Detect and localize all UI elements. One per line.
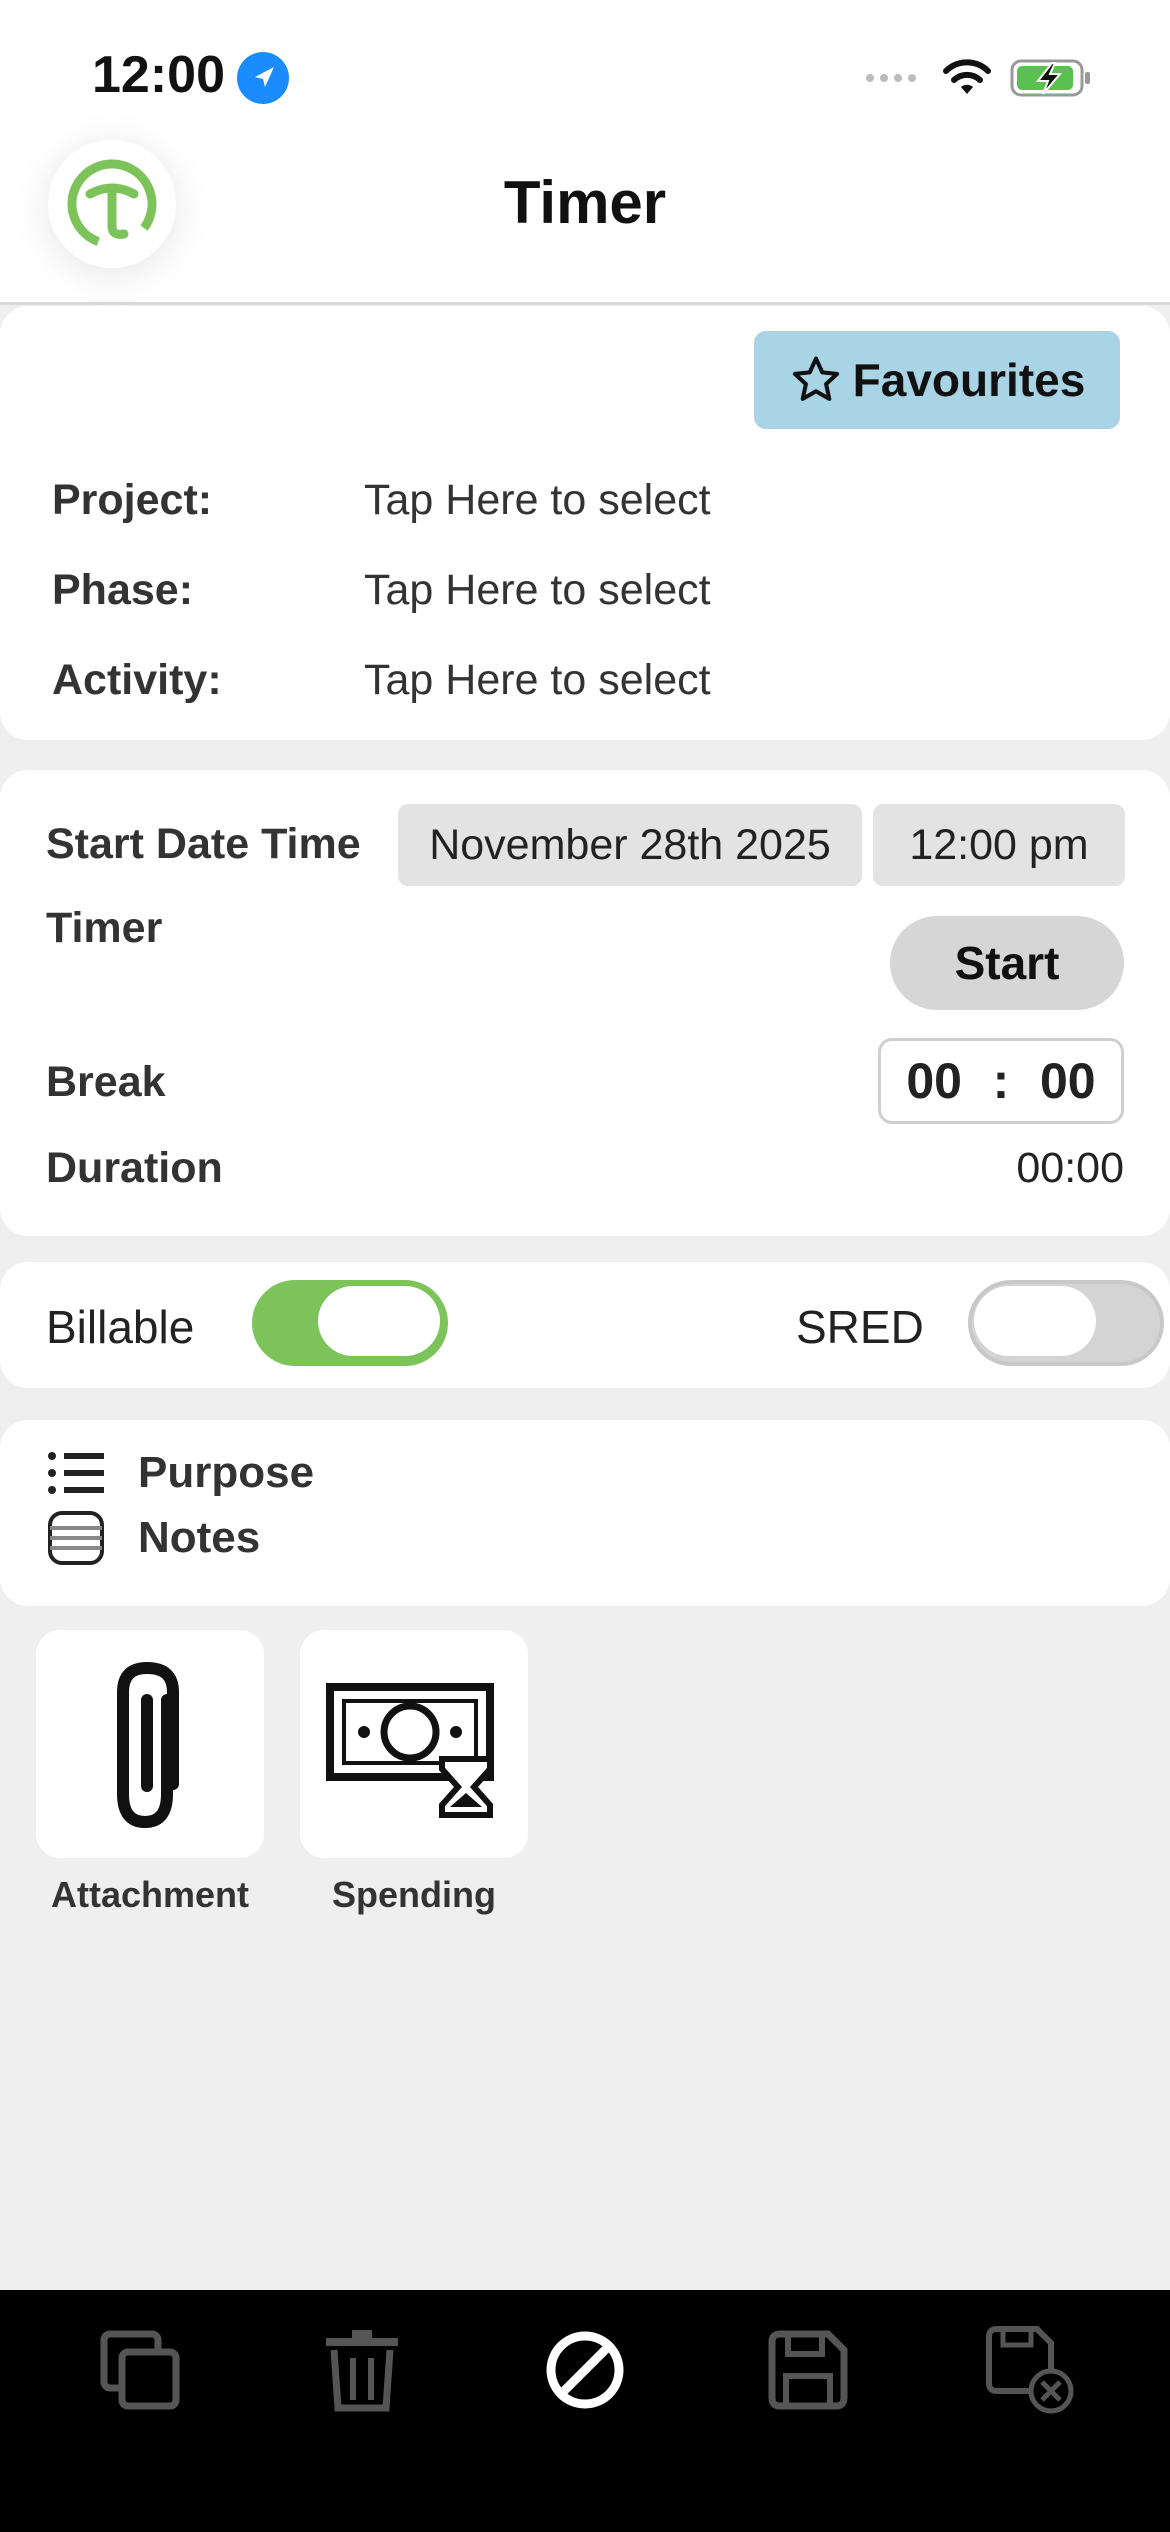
notes-icon [48,1511,104,1565]
notes-label: Notes [138,1513,261,1562]
cellular-signal-icon [866,74,916,82]
timer-label: Timer [46,904,163,952]
discard-save-button[interactable] [980,2320,1080,2420]
break-separator: : [992,1053,1010,1109]
action-tiles: Attachment Spending [36,1630,528,1916]
duration-label: Duration [46,1144,223,1192]
start-datetime-label: Start Date Time [46,820,361,868]
break-label: Break [46,1058,166,1106]
start-button[interactable]: Start [890,916,1124,1010]
break-minutes[interactable]: 00 [1040,1052,1096,1110]
cancel-icon [546,2331,624,2409]
page-title: Timer [503,169,667,236]
status-bar: 12:00 [0,0,1170,140]
status-time: 12:00 [92,46,225,104]
copy-icon [100,2330,180,2410]
phase-selector[interactable]: Tap Here to select [364,566,711,615]
money-hourglass-icon [326,1683,494,1818]
discard-save-icon [986,2326,1074,2414]
duration-value: 00:00 [1016,1144,1124,1192]
save-button[interactable] [758,2320,858,2420]
sred-toggle[interactable] [968,1280,1164,1366]
spending-label: Spending [332,1874,496,1915]
bottom-toolbar [0,2290,1170,2532]
location-icon [237,52,289,104]
favourites-label: Favourites [852,354,1086,406]
wifi-icon [943,59,991,94]
billable-toggle-knob [318,1286,440,1356]
nav-header: Timer [0,140,1170,305]
start-time-picker[interactable]: 12:00 pm [873,804,1125,886]
copy-button[interactable] [90,2320,190,2420]
attachment-tile[interactable]: Attachment [36,1630,264,1916]
billable-label: Billable [46,1301,195,1353]
project-selector[interactable]: Tap Here to select [364,476,711,525]
notes-row[interactable]: Notes [46,1510,260,1566]
favourites-button[interactable]: Favourites [754,331,1120,429]
timing-card: Start Date Time November 28th 2025 12:00… [0,770,1170,1236]
sred-label: SRED [796,1301,924,1353]
delete-button[interactable] [312,2320,412,2420]
list-icon [48,1452,104,1494]
purpose-row[interactable]: Purpose [46,1448,314,1498]
purpose-label: Purpose [138,1448,315,1497]
project-label: Project: [52,476,213,524]
attachment-tile-box[interactable] [36,1630,264,1858]
details-card: Purpose Notes [0,1420,1170,1606]
trash-icon [326,2330,398,2412]
save-icon [768,2330,848,2410]
paperclip-icon [117,1661,179,1829]
battery-charging-icon [1010,59,1090,97]
activity-label: Activity: [52,656,222,704]
attachment-label: Attachment [50,1874,250,1915]
status-indicators [864,52,1094,104]
phase-label: Phase: [52,566,194,614]
billable-toggle[interactable] [252,1280,448,1366]
break-hours[interactable]: 00 [906,1052,962,1110]
selection-card: Favourites Project: Tap Here to select P… [0,306,1170,740]
cancel-button[interactable] [535,2320,635,2420]
sred-toggle-knob [974,1286,1096,1356]
activity-selector[interactable]: Tap Here to select [364,656,711,705]
flags-card: Billable SRED [0,1262,1170,1388]
spending-tile-box[interactable] [300,1630,528,1858]
break-input[interactable]: 00 : 00 [878,1038,1124,1124]
star-icon [792,356,839,401]
start-date-picker[interactable]: November 28th 2025 [398,804,862,886]
spending-tile[interactable]: Spending [300,1630,528,1916]
